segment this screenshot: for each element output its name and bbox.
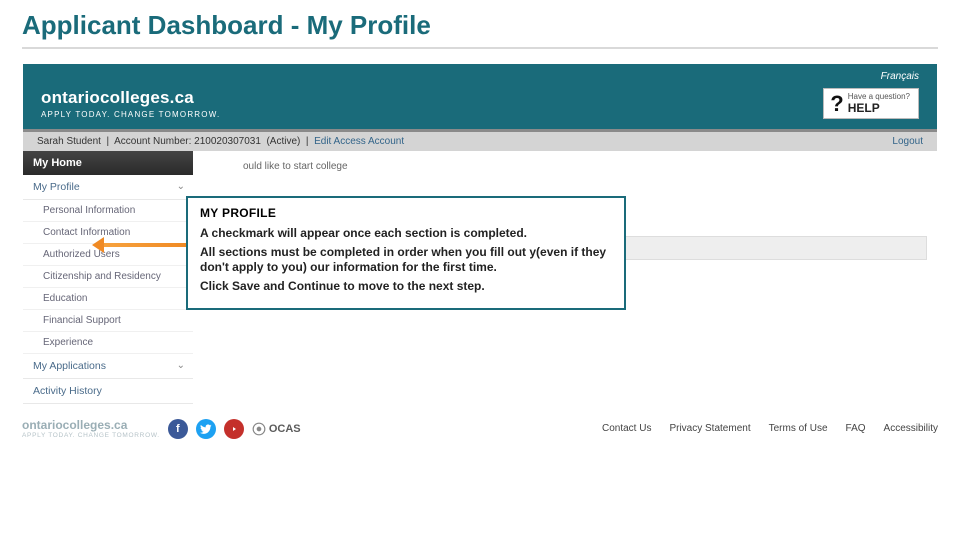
divider (22, 47, 938, 49)
footer-left: ontariocolleges.ca APPLY TODAY. CHANGE T… (22, 418, 301, 439)
callout-box: MY PROFILE A checkmark will appear once … (186, 196, 626, 310)
sidebar-item-activity[interactable]: Activity History (23, 379, 193, 404)
callout-p1: A checkmark will appear once each sectio… (200, 226, 612, 241)
account-bar: Sarah Student | Account Number: 21002030… (23, 132, 937, 151)
help-label: HELP (848, 101, 910, 115)
logo-text: ontariocolleges.ca (41, 88, 220, 108)
footer-links: Contact Us Privacy Statement Terms of Us… (602, 423, 938, 434)
logout-link[interactable]: Logout (892, 136, 923, 147)
sidebar-sub-personal[interactable]: Personal Information (23, 200, 193, 222)
ocas-label: OCAS (269, 423, 301, 435)
help-button[interactable]: ? Have a question? HELP (823, 88, 919, 119)
footer-link-accessibility[interactable]: Accessibility (884, 423, 938, 434)
sidebar-sub-education[interactable]: Education (23, 288, 193, 310)
sidebar-item-applications[interactable]: My Applications ⌄ (23, 354, 193, 379)
callout-p2: All sections must be completed in order … (200, 245, 612, 275)
help-question: Have a question? (848, 92, 910, 101)
account-status: (Active) (266, 136, 300, 147)
ocas-icon (252, 422, 266, 436)
footer-tagline: APPLY TODAY. CHANGE TOMORROW. (22, 432, 160, 439)
footer: ontariocolleges.ca APPLY TODAY. CHANGE T… (22, 418, 938, 439)
account-number-label: Account Number: (114, 136, 191, 147)
language-link[interactable]: Français (881, 71, 919, 82)
chevron-down-icon: ⌄ (177, 181, 185, 192)
slide-title: Applicant Dashboard - My Profile (0, 0, 960, 47)
facebook-icon[interactable]: f (168, 419, 188, 439)
sidebar-item-label: My Profile (33, 181, 80, 193)
footer-link-privacy[interactable]: Privacy Statement (669, 423, 750, 434)
footer-logo: ontariocolleges.ca (22, 418, 160, 432)
sidebar-sub-experience[interactable]: Experience (23, 332, 193, 354)
account-number: 210020307031 (194, 136, 261, 147)
brand-bar: ontariocolleges.ca APPLY TODAY. CHANGE T… (23, 82, 937, 129)
chevron-down-icon: ⌄ (177, 360, 185, 371)
content-hint: ould like to start college (243, 161, 927, 172)
brand-logo: ontariocolleges.ca APPLY TODAY. CHANGE T… (41, 88, 220, 119)
sidebar-sub-citizenship[interactable]: Citizenship and Residency (23, 266, 193, 288)
twitter-icon[interactable] (196, 419, 216, 439)
sidebar: My Home My Profile ⌄ Personal Informatio… (23, 151, 193, 411)
callout-arrow (98, 238, 188, 252)
callout-title: MY PROFILE (200, 206, 612, 220)
callout-p3: Click Save and Continue to move to the n… (200, 279, 612, 294)
footer-link-terms[interactable]: Terms of Use (769, 423, 828, 434)
footer-link-contact[interactable]: Contact Us (602, 423, 651, 434)
account-user: Sarah Student (37, 136, 101, 147)
sidebar-item-label: My Applications (33, 360, 106, 372)
sidebar-sub-financial[interactable]: Financial Support (23, 310, 193, 332)
help-icon: ? (830, 93, 843, 115)
edit-account-link[interactable]: Edit Access Account (314, 136, 404, 147)
footer-link-faq[interactable]: FAQ (846, 423, 866, 434)
ocas-logo: OCAS (252, 422, 301, 436)
logo-tagline: APPLY TODAY. CHANGE TOMORROW. (41, 110, 220, 119)
language-bar: Français (23, 64, 937, 82)
youtube-icon[interactable] (224, 419, 244, 439)
sidebar-item-home[interactable]: My Home (23, 151, 193, 175)
sidebar-item-profile[interactable]: My Profile ⌄ (23, 175, 193, 200)
